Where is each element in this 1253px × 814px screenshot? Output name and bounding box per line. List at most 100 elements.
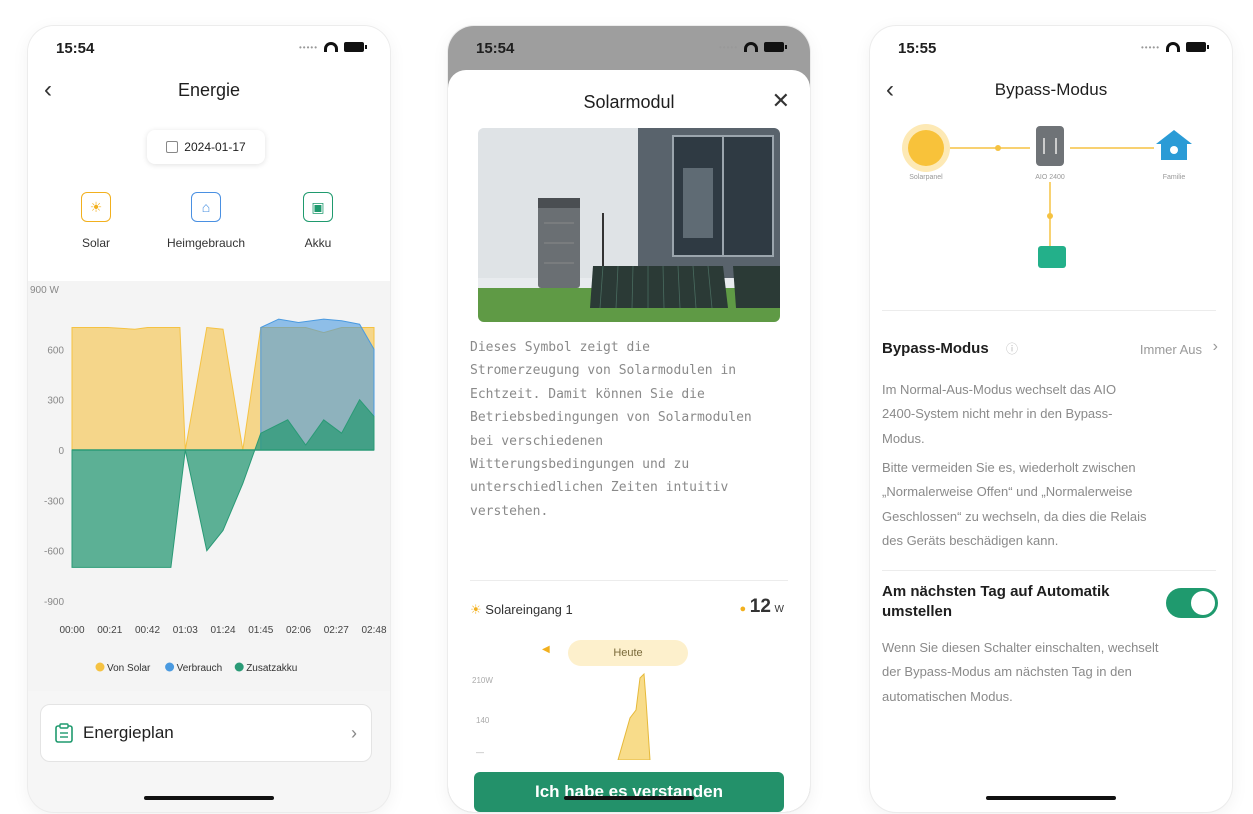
info-line: „Normalerweise Offen“ und „Normalerweise <box>882 484 1133 500</box>
legend-swatch <box>165 662 175 672</box>
solar-icon: ☀ <box>470 602 482 617</box>
info-line: 2400-System nicht mehr in den Bypass- <box>882 406 1113 422</box>
legend-swatch <box>234 662 244 672</box>
solar-mini-chart <box>617 672 651 760</box>
status-icons: ••••• <box>718 42 787 52</box>
y-tick-label: 600 <box>47 345 64 356</box>
clipboard-icon <box>55 723 73 743</box>
mode-heimgebrauch[interactable]: ⌂ Heimgebrauch <box>156 192 256 250</box>
chevron-right-icon: › <box>351 722 357 743</box>
status-time: 15:54 <box>476 40 515 57</box>
energie-screen: 15:54 ••••• ‹ Energie 2024-01-17 ☀ Solar… <box>28 26 390 812</box>
status-bar: 15:54 ••••• <box>28 26 390 74</box>
divider <box>882 570 1216 571</box>
calendar-icon <box>166 141 179 153</box>
solar-icon: ☀ <box>81 192 111 222</box>
x-tick-label: 01:24 <box>210 625 235 636</box>
info-line: Wenn Sie diesen Schalter einschalten, we… <box>882 640 1159 655</box>
desc-line: Echtzeit. Damit können Sie die <box>470 386 705 402</box>
energy-chart-panel: 900 W 600 300 0 -300 -600 -900 00:00 00:21 00:42 0… <box>28 281 390 691</box>
desc-line: Stromerzeugung von Solarmodulen in <box>470 363 737 379</box>
home-indicator <box>564 796 694 800</box>
mini-y-tick: 140 <box>476 716 490 725</box>
bypass-mode-label: Bypass-Modus <box>882 340 989 357</box>
close-button[interactable]: ✕ <box>772 88 790 114</box>
info-line: automatischen Modus. <box>882 688 1013 704</box>
desc-line: verstehen. <box>470 503 549 519</box>
y-tick-label: 0 <box>58 446 64 457</box>
legend-label: Von Solar <box>107 663 151 674</box>
info-line: Modus. <box>882 430 925 446</box>
x-tick-label: 02:48 <box>361 625 386 636</box>
y-tick-label: 300 <box>47 396 64 407</box>
wifi-icon <box>744 42 758 52</box>
y-axis-top-label: 900 W <box>30 285 59 296</box>
battery-status-icon <box>1186 42 1209 52</box>
signal-icon: ••••• <box>298 42 318 52</box>
y-tick-label: -300 <box>44 496 64 507</box>
mode-solar[interactable]: ☀ Solar <box>46 192 146 250</box>
solar-input-label: Solareingang 1 <box>485 602 573 617</box>
bypass-screen: 15:55 ••••• ‹ Bypass-Modus Solarpanel AI… <box>870 26 1232 812</box>
x-tick-label: 01:03 <box>173 625 198 636</box>
mode-akku[interactable]: ▣ Akku <box>268 192 368 250</box>
x-tick-label: 01:45 <box>248 625 273 636</box>
auto-switch-info: Wenn Sie diesen Schalter einschalten, we… <box>882 636 1216 709</box>
info-line: Geschlossen“ zu wechseln, da dies die Re… <box>882 508 1147 524</box>
energy-chart[interactable]: 900 W 600 300 0 -300 -600 -900 00:00 00:21 00:42 0… <box>28 281 390 691</box>
date-value: 2024-01-17 <box>184 140 246 154</box>
status-time: 15:55 <box>898 40 937 57</box>
battery-icon: ▣ <box>303 192 333 222</box>
date-picker[interactable]: 2024-01-17 <box>147 130 265 164</box>
signal-icon: ••••• <box>1140 42 1160 52</box>
desc-line: Witterungsbedingungen und zu <box>470 457 690 473</box>
home-indicator <box>986 796 1116 800</box>
day-selector[interactable]: Heute <box>568 640 688 666</box>
flow-label-solarpanel: Solarpanel <box>909 174 943 181</box>
solar-input-row: ☀ Solareingang 1 ● 12 W <box>470 596 788 626</box>
x-tick-label: 00:00 <box>59 625 84 636</box>
house-icon: ⌂ <box>191 192 221 222</box>
status-icons: ••••• <box>1140 42 1209 52</box>
bypass-mode-value: Immer Aus <box>1139 342 1202 357</box>
desc-line: unterschiedlichen Zeiten intuitiv <box>470 480 729 496</box>
page-title: Energie <box>177 80 241 100</box>
divider <box>470 580 788 581</box>
x-tick-label: 02:27 <box>324 625 349 636</box>
mini-y-tick: — <box>476 748 484 757</box>
flow-label-aio: AIO 2400 <box>1035 174 1065 181</box>
live-dot-icon: ● <box>739 603 747 615</box>
divider <box>882 310 1216 311</box>
auto-switch-toggle[interactable] <box>1166 588 1218 618</box>
solarmodul-screen: 15:54 ••••• Solarmodul ✕ Dieses Symbol z… <box>448 26 810 812</box>
aio-device-icon <box>1036 126 1064 166</box>
normal-off-info: Im Normal-Aus-Modus wechselt das AIO 240… <box>882 378 1216 451</box>
family-house-icon <box>1154 128 1194 162</box>
status-bar: 15:54 ••••• <box>448 26 810 74</box>
status-icons: ••••• <box>298 42 367 52</box>
auto-title-line: umstellen <box>882 603 953 620</box>
solar-input-reading: ● 12 W <box>740 596 785 618</box>
description-text: Dieses Symbol zeigt die Stromerzeugung v… <box>470 336 788 523</box>
info-line: Bitte vermeiden Sie es, wiederholt zwisc… <box>882 460 1136 475</box>
signal-icon: ••••• <box>718 42 738 52</box>
energieplan-card[interactable]: Energieplan › <box>40 704 372 762</box>
sheet-title: Solarmodul <box>583 92 675 112</box>
solar-input-value: 12 <box>749 596 771 617</box>
relay-warning: Bitte vermeiden Sie es, wiederholt zwisc… <box>882 456 1216 553</box>
solar-input-unit: W <box>774 604 784 615</box>
legend-label: Zusatzakku <box>246 663 297 674</box>
understood-button[interactable]: Ich habe es verstanden <box>474 772 784 812</box>
energieplan-label: Energieplan <box>83 723 174 742</box>
info-icon[interactable]: ⓘ <box>1006 340 1018 357</box>
mode-solar-label: Solar <box>81 236 110 250</box>
desc-line: Betriebsbedingungen von Solarmodulen <box>470 410 752 426</box>
prev-day-icon[interactable]: ◀ <box>542 644 550 655</box>
sun-icon <box>908 130 944 166</box>
mini-y-tick: 210W <box>472 676 493 685</box>
x-tick-label: 02:06 <box>286 625 311 636</box>
product-illustration <box>478 128 780 322</box>
auto-title-line: Am nächsten Tag auf Automatik <box>882 583 1110 600</box>
wifi-icon <box>324 42 338 52</box>
info-sheet: Solarmodul ✕ Dieses Symbol zeigt die Str… <box>448 70 810 812</box>
